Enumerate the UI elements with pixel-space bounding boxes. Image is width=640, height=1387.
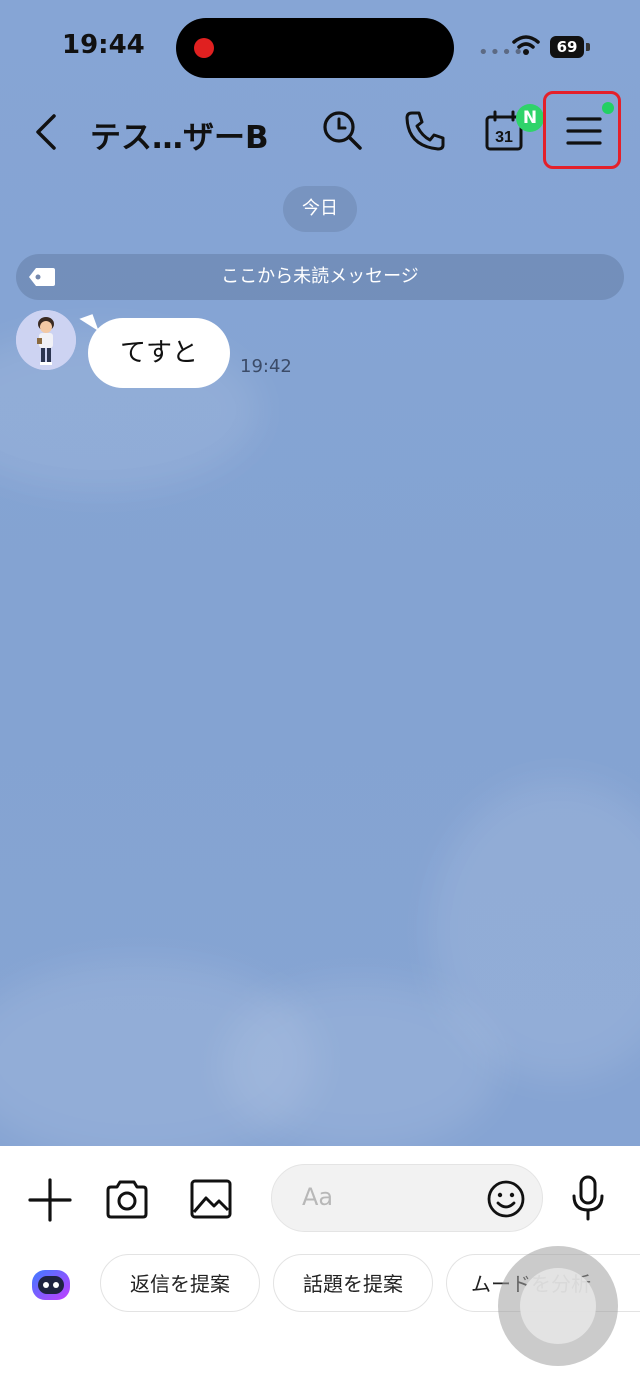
unread-divider: ここから未読メッセージ bbox=[16, 254, 624, 300]
assistive-touch-button[interactable] bbox=[498, 1246, 618, 1366]
chat-title[interactable]: テス…ザーB bbox=[90, 112, 269, 157]
menu-notification-dot bbox=[602, 102, 614, 114]
date-chip: 今日 bbox=[283, 186, 357, 232]
calendar-new-badge: N bbox=[516, 104, 544, 132]
avatar[interactable] bbox=[16, 310, 76, 370]
wifi-icon bbox=[512, 35, 540, 55]
status-time: 19:44 bbox=[62, 30, 145, 60]
message-input[interactable]: Aa bbox=[271, 1164, 543, 1232]
ai-assistant-icon[interactable] bbox=[30, 1266, 74, 1304]
message-bubble[interactable]: てすと bbox=[88, 318, 230, 388]
plus-icon[interactable] bbox=[26, 1176, 74, 1224]
battery-indicator: 69 bbox=[550, 36, 584, 58]
recording-dot-icon bbox=[194, 38, 214, 58]
suggest-reply-chip[interactable]: 返信を提案 bbox=[100, 1254, 260, 1312]
back-chevron-icon[interactable] bbox=[26, 110, 66, 154]
tag-icon bbox=[29, 268, 55, 286]
dynamic-island bbox=[176, 18, 454, 78]
assistive-touch-inner bbox=[520, 1268, 596, 1344]
suggest-topic-chip[interactable]: 話題を提案 bbox=[273, 1254, 433, 1312]
menu-icon[interactable] bbox=[562, 108, 608, 154]
avatar-figure-icon bbox=[16, 310, 76, 370]
battery-nub bbox=[586, 43, 590, 51]
emoji-icon[interactable] bbox=[486, 1179, 526, 1219]
message-time: 19:42 bbox=[240, 356, 292, 377]
calendar-day: 31 bbox=[495, 129, 513, 146]
search-icon[interactable] bbox=[320, 108, 366, 154]
message-input-placeholder: Aa bbox=[302, 1183, 334, 1211]
microphone-icon[interactable] bbox=[568, 1174, 608, 1222]
phone-icon[interactable] bbox=[402, 108, 448, 154]
image-icon[interactable] bbox=[188, 1176, 234, 1222]
camera-icon[interactable] bbox=[104, 1176, 150, 1222]
chat-background bbox=[0, 0, 640, 1146]
